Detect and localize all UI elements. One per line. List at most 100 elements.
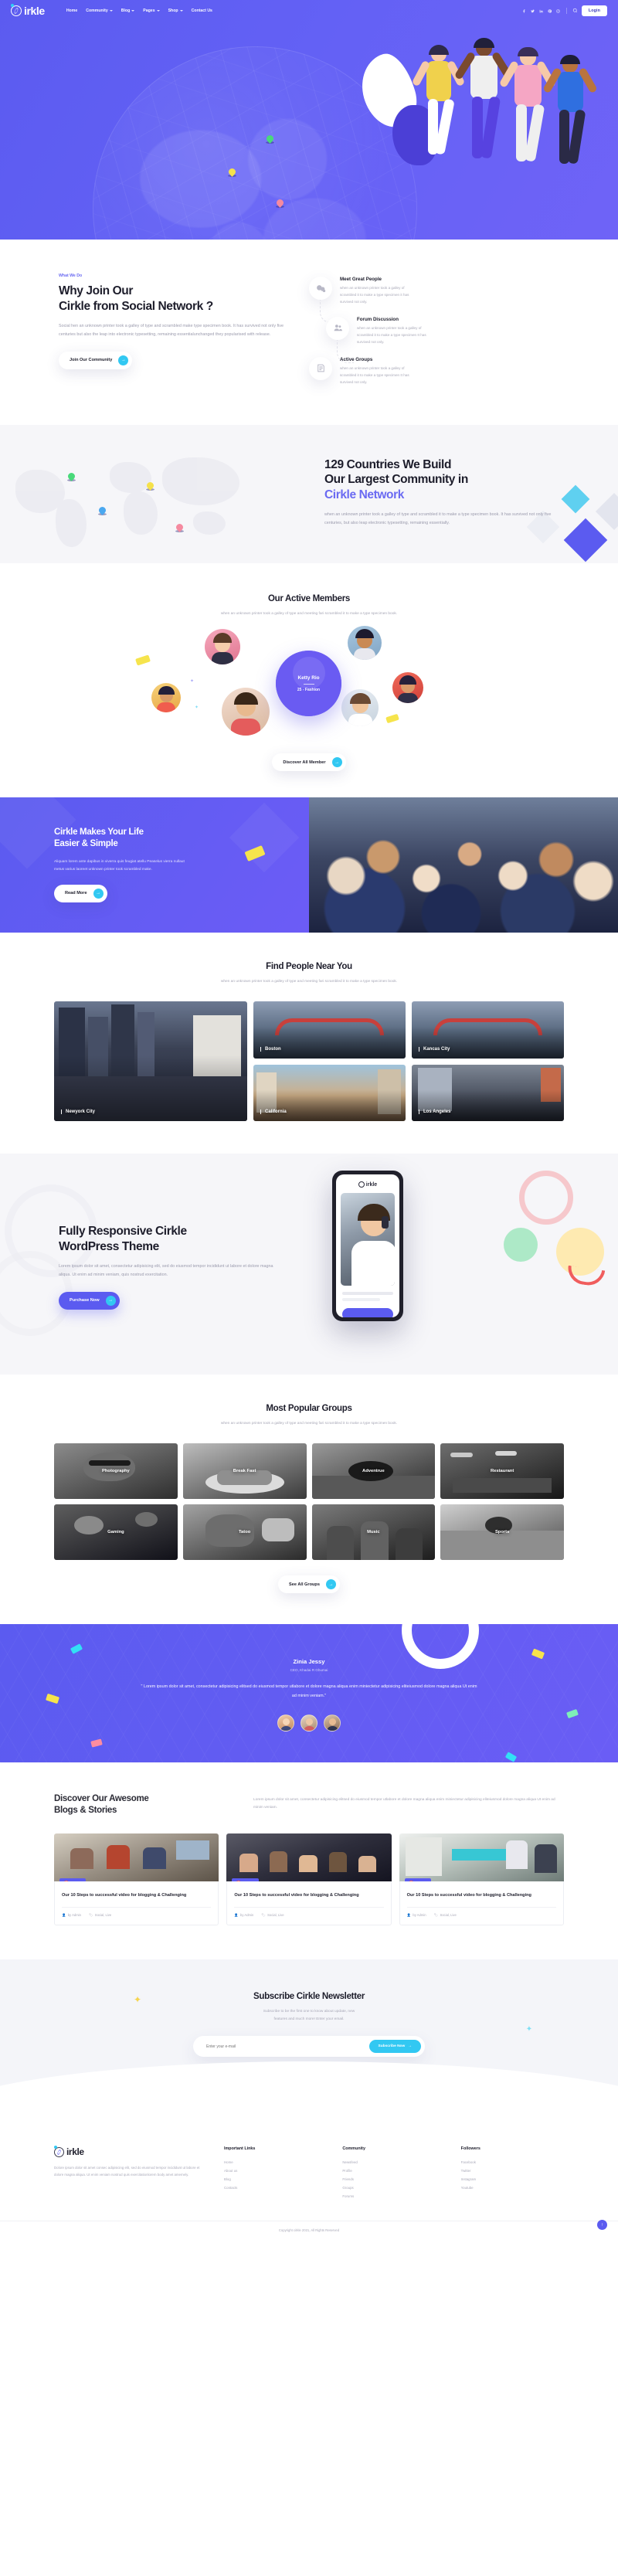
avatar[interactable] bbox=[151, 683, 181, 713]
city-card-california[interactable]: California bbox=[253, 1064, 406, 1122]
facebook-icon[interactable] bbox=[522, 8, 527, 13]
blog-date: 22 Jun bbox=[243, 1881, 254, 1882]
pinterest-icon[interactable] bbox=[548, 8, 552, 13]
city-card-los-angeles[interactable]: Los Angeles bbox=[412, 1064, 564, 1122]
cirkle-globe-icon bbox=[11, 4, 22, 16]
group-label: Music bbox=[367, 1530, 380, 1535]
see-all-groups-button[interactable]: See All Groups → bbox=[278, 1575, 340, 1594]
chevron-down-icon bbox=[156, 10, 160, 12]
footer-link[interactable]: Twitter bbox=[461, 2166, 564, 2175]
testimonial-avatar[interactable] bbox=[301, 1715, 317, 1732]
footer-column-important-links: Important Links Home About us Blog Conta… bbox=[224, 2146, 327, 2200]
group-card-breakfast[interactable]: Break Fast bbox=[182, 1443, 307, 1500]
email-field[interactable] bbox=[197, 2044, 369, 2049]
purchase-now-button[interactable]: Purchase Now → bbox=[59, 1291, 120, 1310]
avatar[interactable] bbox=[392, 672, 423, 704]
blog-body: Lorem ipsum dolor sit amet, consectetur … bbox=[253, 1798, 555, 1810]
map-pin-yellow bbox=[227, 167, 237, 178]
nav-label: Contact Us bbox=[191, 8, 212, 13]
group-card-sports[interactable]: Sports bbox=[440, 1504, 564, 1561]
city-card-newyork[interactable]: Newyork City bbox=[54, 1001, 247, 1122]
avatar[interactable] bbox=[341, 689, 379, 727]
footer-link[interactable]: Groups bbox=[342, 2183, 445, 2192]
group-card-music[interactable]: Music bbox=[311, 1504, 436, 1561]
group-card-photography[interactable]: Photography bbox=[54, 1443, 178, 1500]
blog-card[interactable]: 📅 22 Jun Our 10 Steps to successful vide… bbox=[226, 1833, 392, 1925]
avatar[interactable] bbox=[222, 688, 270, 736]
arrow-right-icon: → bbox=[325, 1579, 336, 1590]
footer-logo[interactable]: irkle bbox=[54, 2145, 209, 2157]
arrow-right-icon: → bbox=[93, 888, 104, 899]
page-root: irkle Home Community Blog Pages Shop Con… bbox=[0, 0, 618, 2240]
brand-logo[interactable]: irkle bbox=[11, 4, 45, 17]
blog-post-title[interactable]: Our 10 Steps to successful video for blo… bbox=[407, 1892, 556, 1900]
featured-member-avatar[interactable]: Ketty Rio 25 - Fashion bbox=[276, 651, 341, 717]
tag-icon: 🏷 bbox=[88, 1912, 93, 1917]
footer-link[interactable]: Friends bbox=[342, 2175, 445, 2183]
members-subtitle: when an unknown printer took a galley of… bbox=[220, 612, 398, 617]
newsletter-subtitle-line1: Subscribe to be the first one to know ab… bbox=[263, 2009, 355, 2014]
footer-link[interactable]: Blog bbox=[224, 2175, 327, 2183]
footer-link[interactable]: Newsfeed bbox=[342, 2158, 445, 2166]
login-button[interactable]: Login bbox=[581, 5, 607, 16]
header-actions: Login bbox=[522, 5, 607, 16]
footer-link[interactable]: Forums bbox=[342, 2192, 445, 2200]
blog-title-line2: Blogs & Stories bbox=[54, 1806, 117, 1816]
nav-item-community[interactable]: Community bbox=[86, 8, 113, 13]
join-our-community-button[interactable]: Join Our Community → bbox=[59, 351, 133, 369]
footer-link[interactable]: About us bbox=[224, 2166, 327, 2175]
user-icon: 👤 bbox=[62, 1912, 66, 1917]
group-card-gaming[interactable]: Gaming bbox=[54, 1504, 178, 1561]
footer-link[interactable]: Instagram bbox=[461, 2175, 564, 2183]
twitter-icon[interactable] bbox=[531, 8, 535, 13]
blog-card[interactable]: 📅 24 Jun Our 10 Steps to successful vide… bbox=[54, 1833, 219, 1925]
tag-icon: 🏷 bbox=[261, 1912, 266, 1917]
countries-title-line2: Our Largest Community in bbox=[324, 473, 468, 487]
city-card-boston[interactable]: Boston bbox=[253, 1001, 406, 1059]
testimonial-avatar[interactable] bbox=[277, 1715, 294, 1732]
footer-link[interactable]: Profile bbox=[342, 2166, 445, 2175]
blog-post-title[interactable]: Our 10 Steps to successful video for blo… bbox=[234, 1892, 383, 1900]
why-join-section: What We Do Why Join Our Cirkle from Soci… bbox=[0, 240, 618, 425]
linkedin-icon[interactable] bbox=[539, 8, 544, 13]
blog-thumbnail: 📅 20 Jun bbox=[399, 1833, 564, 1882]
search-icon[interactable] bbox=[572, 8, 578, 15]
theme-phone-mockup: irkle bbox=[286, 1171, 564, 1344]
nav-item-shop[interactable]: Shop bbox=[168, 8, 183, 13]
group-card-restaurant[interactable]: Restaurant bbox=[440, 1443, 564, 1500]
nav-item-pages[interactable]: Pages bbox=[143, 8, 160, 13]
phone-screen: irkle bbox=[336, 1174, 399, 1318]
city-card-kancas[interactable]: Kancas City bbox=[412, 1001, 564, 1059]
footer-link[interactable]: Facebook bbox=[461, 2158, 564, 2166]
group-card-tatoo[interactable]: Tatoo bbox=[182, 1504, 307, 1561]
popular-groups-section: Most Popular Groups when an unknown prin… bbox=[0, 1375, 618, 1625]
subscribe-now-button[interactable]: Subscribe Now → bbox=[368, 2040, 421, 2054]
footer-link[interactable]: Home bbox=[224, 2158, 327, 2166]
testimonial-avatars bbox=[0, 1715, 618, 1732]
theme-title-line2: WordPress Theme bbox=[59, 1239, 159, 1253]
feature-active-groups: Active Groups when an unknown printer to… bbox=[309, 356, 564, 386]
why-join-text: What We Do Why Join Our Cirkle from Soci… bbox=[54, 274, 286, 397]
avatar[interactable] bbox=[348, 626, 382, 661]
read-more-button[interactable]: Read More → bbox=[54, 884, 107, 902]
footer-link[interactable]: Youtube bbox=[461, 2183, 564, 2192]
subscribe-label: Subscribe Now bbox=[378, 2044, 406, 2049]
testimonial-avatar[interactable] bbox=[324, 1715, 341, 1732]
nav-item-blog[interactable]: Blog bbox=[121, 8, 135, 13]
blog-card[interactable]: 📅 20 Jun Our 10 Steps to successful vide… bbox=[399, 1833, 564, 1925]
avatar[interactable] bbox=[205, 629, 240, 665]
nav-label: Blog bbox=[121, 8, 131, 13]
footer-brand: irkle Dolore ipsum dolor sit amet consec… bbox=[54, 2145, 209, 2200]
group-card-adventure[interactable]: Adventrue bbox=[311, 1443, 436, 1500]
footer-link-list: Newsfeed Profile Friends Groups Forums bbox=[342, 2158, 445, 2200]
nav-item-contact-us[interactable]: Contact Us bbox=[192, 8, 212, 13]
blog-post-title[interactable]: Our 10 Steps to successful video for blo… bbox=[62, 1892, 211, 1900]
feature-text: when an unknown printer took a galley of… bbox=[340, 286, 409, 304]
blog-card-body: Our 10 Steps to successful video for blo… bbox=[54, 1881, 219, 1925]
group-people-icon bbox=[326, 316, 349, 340]
discover-all-member-button[interactable]: Discover All Member → bbox=[272, 753, 346, 772]
instagram-icon[interactable] bbox=[556, 8, 561, 13]
cta-body: Aliquam lorem ante dapibus in viverra qu… bbox=[54, 859, 185, 872]
nav-item-home[interactable]: Home bbox=[66, 8, 77, 13]
footer-link[interactable]: Contacts bbox=[224, 2183, 327, 2192]
